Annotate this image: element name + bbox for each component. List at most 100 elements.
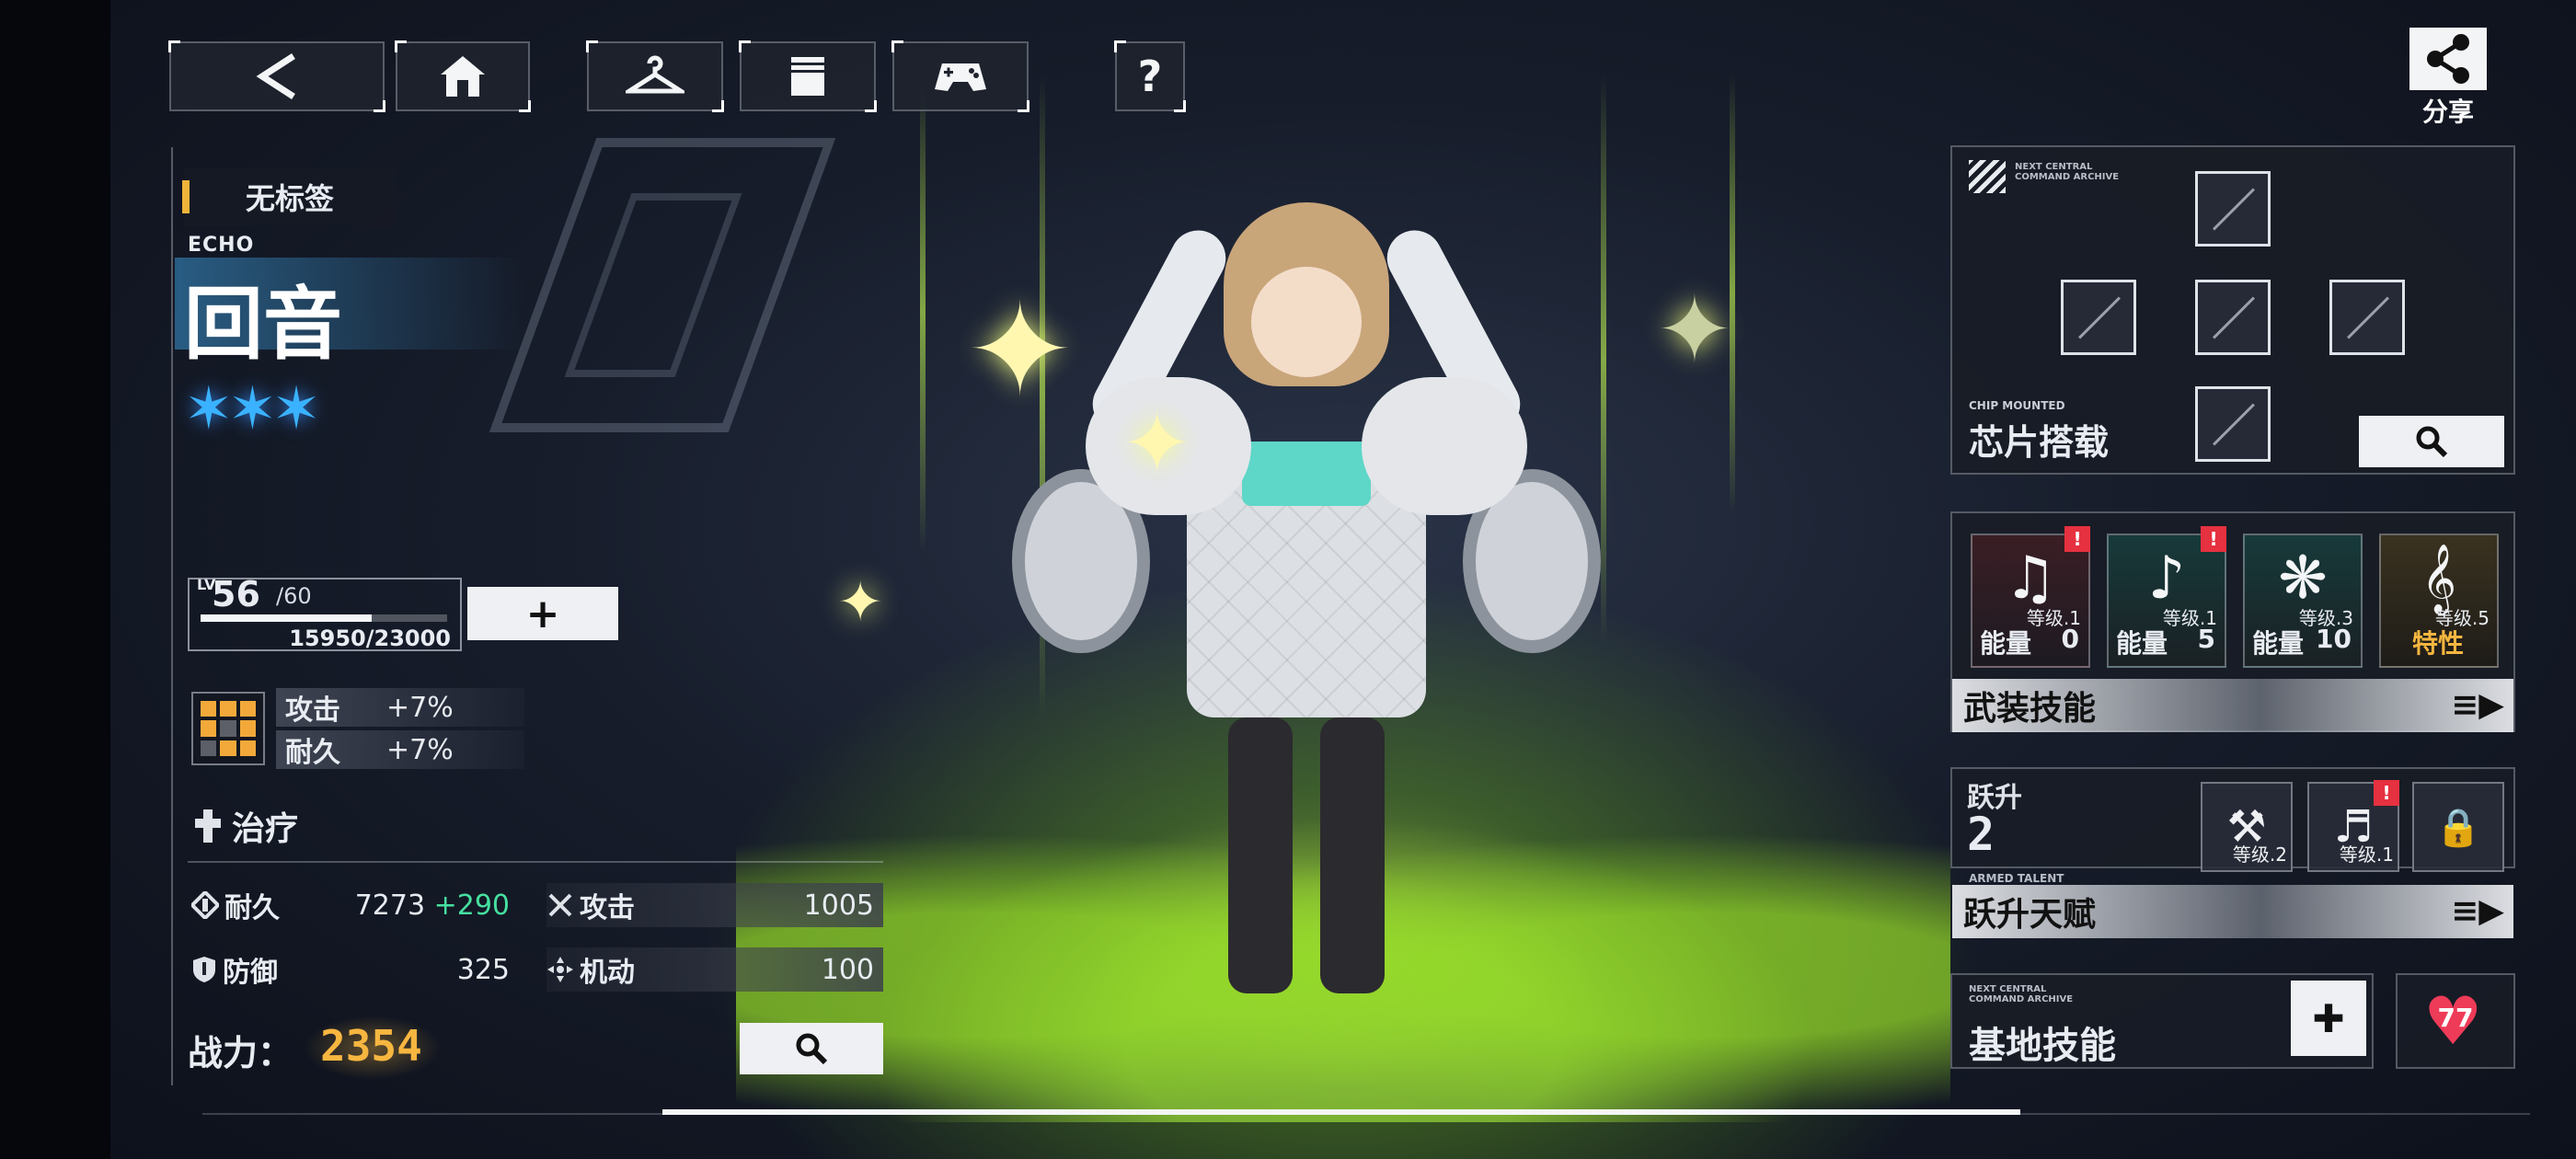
hanger-icon	[626, 55, 684, 94]
left-letterbox	[0, 0, 110, 1159]
game-button[interactable]	[891, 40, 1029, 112]
hatch-mark	[1969, 160, 2006, 193]
burst-icon: ❋	[2278, 545, 2328, 613]
stat-label: 机动	[580, 957, 635, 989]
chip-slot-left[interactable]	[2061, 280, 2136, 355]
mobility-icon	[547, 957, 573, 982]
back-button[interactable]	[168, 40, 385, 112]
music-note-icon: ♫	[2004, 545, 2057, 613]
xp-bar-fill	[201, 614, 372, 622]
base-skill-title: 基地技能	[1969, 1025, 2116, 1067]
chevron-left-icon	[256, 53, 295, 99]
stat-value: 7273	[354, 889, 426, 922]
magnifier-icon	[2416, 426, 2448, 458]
buff-value: +7%	[386, 733, 454, 766]
light-beam	[1601, 74, 1606, 644]
left-panel-line	[171, 147, 173, 1085]
ascension-sub-label: ARMED TALENT	[1969, 872, 2064, 885]
stat-value: 1005	[803, 889, 874, 922]
xp-text: 15950/23000	[289, 625, 451, 651]
arrow-right-icon: ≡▶	[2451, 686, 2504, 724]
rarity-stars: ✶✶✶	[184, 375, 321, 443]
lock-icon: 🔒	[2435, 806, 2481, 849]
buff-cell	[201, 740, 217, 756]
buff-grid-icon[interactable]	[191, 692, 265, 765]
buff-label: 攻击	[285, 694, 340, 727]
archive-button[interactable]	[739, 40, 877, 112]
chip-slot-bottom[interactable]	[2195, 386, 2271, 462]
ascension-talent-title: 跃升天赋	[1963, 896, 2097, 934]
energy-label: 能量	[1980, 628, 2032, 659]
power-label: 战力：	[188, 1033, 293, 1073]
chip-slot-center[interactable]	[2195, 280, 2271, 355]
ascension-value: 2	[1967, 808, 1995, 861]
talent-card-locked[interactable]: 🔒	[2412, 782, 2504, 872]
help-label: ?	[1137, 52, 1163, 101]
armed-skill-title: 武装技能	[1963, 690, 2097, 728]
level-max: /60	[276, 583, 312, 609]
skill-card-2[interactable]: ♪ 等级.1 能量 5	[2107, 534, 2226, 668]
sparkle-icon: ✦	[837, 570, 884, 635]
stat-value: 325	[456, 953, 510, 986]
stat-label: 耐久	[224, 892, 280, 924]
character-illustration[interactable]	[1012, 166, 1601, 1067]
energy-value: 0	[2061, 624, 2079, 654]
stats-detail-button[interactable]	[740, 1023, 883, 1074]
stat-mobility: 机动 100	[546, 947, 883, 992]
energy-label: 能量	[2252, 628, 2305, 659]
wardrobe-button[interactable]	[586, 40, 724, 112]
buff-row-attack: 攻击 +7%	[276, 688, 524, 727]
treble-clef-icon: 𝄞	[2421, 545, 2456, 613]
energy-value: 10	[2316, 624, 2352, 654]
durability-icon	[191, 891, 219, 919]
stat-attack: 攻击 1005	[546, 883, 883, 927]
skill-card-1[interactable]: ♫ 等级.1 能量 0	[1971, 534, 2090, 668]
stat-defense: 防御 325	[191, 947, 519, 992]
heal-cross-icon	[195, 809, 221, 843]
tag-button[interactable]: 无标签	[184, 167, 396, 226]
magnifier-icon	[796, 1033, 828, 1065]
talent-alert-badge: !	[2374, 780, 2399, 806]
sparkle-icon: ✦	[966, 276, 1075, 426]
tag-accent	[182, 180, 190, 213]
share-icon	[2427, 34, 2469, 84]
talent-level: 等级.2	[2232, 843, 2287, 866]
music-note-plus-icon: ♪	[2147, 545, 2186, 613]
trait-label: 特性	[2411, 628, 2464, 659]
base-header-small: NEXT CENTRAL COMMAND ARCHIVE	[1969, 984, 2074, 1004]
talent-card-1[interactable]: ⚒ 等级.2	[2201, 782, 2293, 872]
skill-alert-badge: !	[2201, 526, 2226, 552]
chip-slot-top[interactable]	[2195, 171, 2271, 247]
chip-sub-label: CHIP MOUNTED	[1969, 399, 2065, 412]
chip-title: 芯片搭载	[1969, 422, 2110, 463]
character-chest	[1242, 442, 1371, 506]
ascension-talent-button[interactable]: 跃升天赋 ≡▶	[1952, 885, 2513, 938]
page-scroll-thumb[interactable]	[662, 1109, 2020, 1115]
energy-value: 5	[2197, 624, 2215, 654]
chip-slot-right[interactable]	[2329, 280, 2405, 355]
chip-detail-button[interactable]	[2359, 416, 2504, 467]
tag-label: 无标签	[245, 181, 334, 216]
gamepad-icon	[935, 63, 986, 91]
skill-alert-badge: !	[2064, 526, 2090, 552]
skill-card-3[interactable]: ❋ 等级.3 能量 10	[2243, 534, 2363, 668]
buff-value: +7%	[386, 691, 454, 724]
buff-cell	[220, 740, 236, 756]
energy-label: 能量	[2116, 628, 2168, 659]
stat-bonus: +290	[433, 889, 510, 922]
share-icon-box	[2409, 28, 2487, 90]
base-skill-icon[interactable]: ✚	[2291, 981, 2366, 1056]
character-leg-left	[1228, 717, 1293, 993]
skill-card-trait[interactable]: 𝄞 等级.5 特性	[2379, 534, 2499, 668]
talent-level: 等级.1	[2339, 843, 2394, 866]
book-icon	[791, 57, 824, 96]
share-button[interactable]: 分享	[2409, 28, 2488, 129]
attack-swords-icon	[548, 893, 572, 917]
level-up-button[interactable]: +	[467, 587, 618, 640]
armed-skill-button[interactable]: 武装技能 ≡▶	[1952, 679, 2513, 732]
help-button[interactable]: ?	[1114, 40, 1186, 112]
role-row: 治疗	[193, 802, 298, 850]
chip-header-small: NEXT CENTRAL COMMAND ARCHIVE	[2015, 162, 2120, 182]
level-value: 56	[212, 574, 260, 614]
home-button[interactable]	[395, 40, 531, 112]
